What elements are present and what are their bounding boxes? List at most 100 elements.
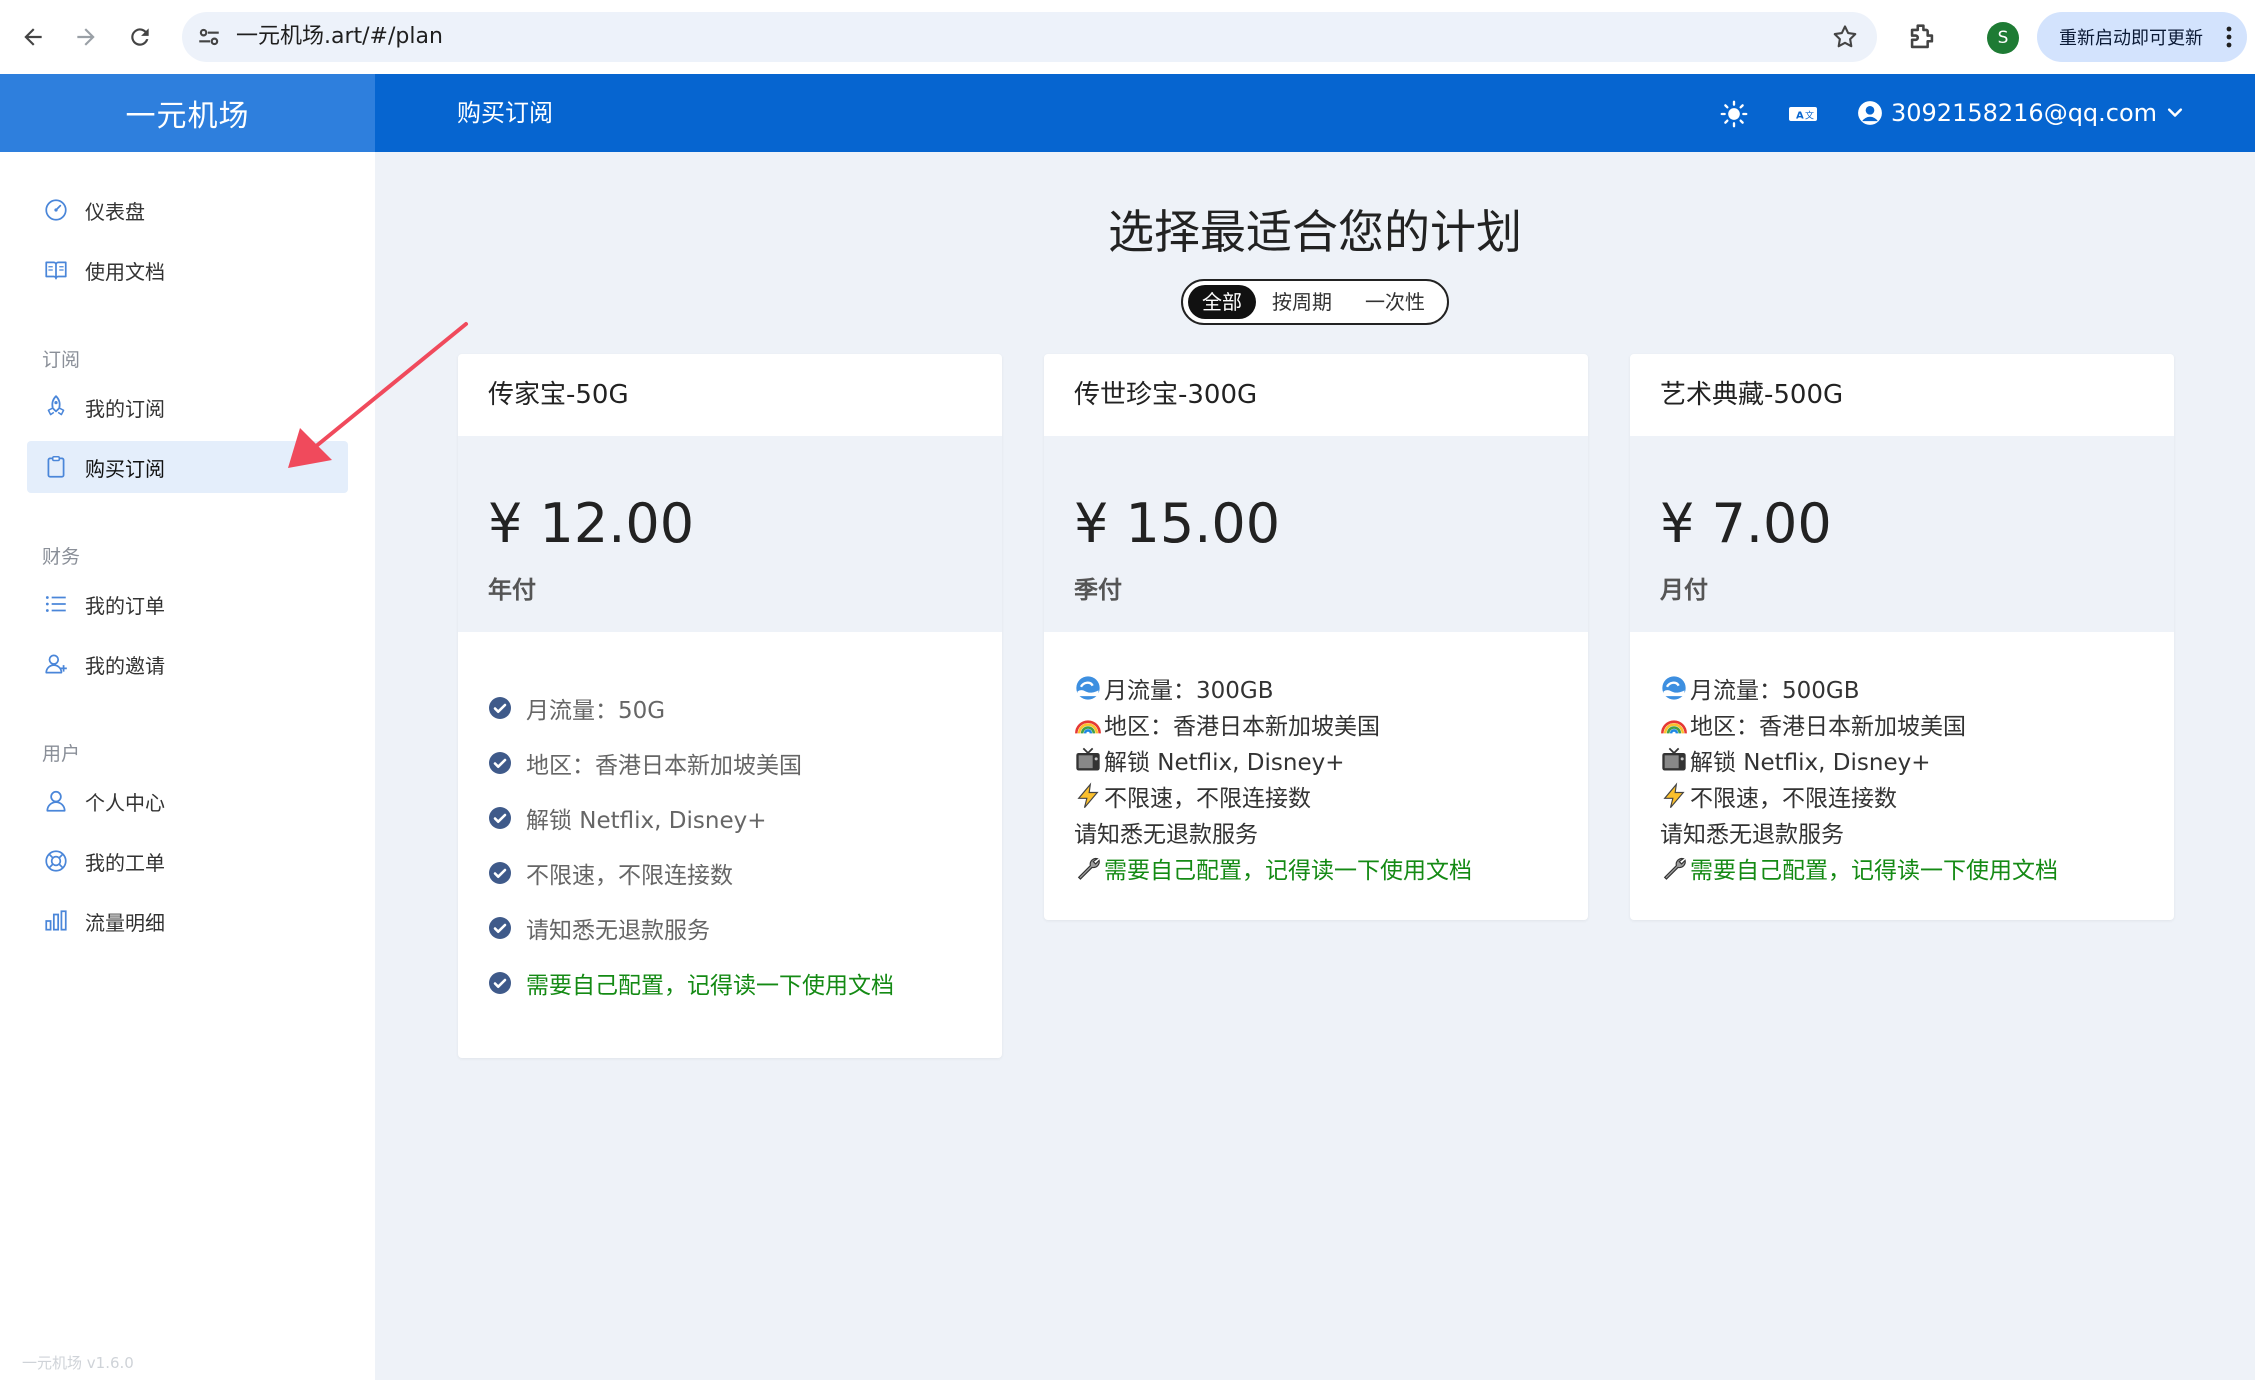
feature-text: 地区：香港日本新加坡美国 [1690,714,1966,740]
feature-text: 请知悉无退款服务 [1074,822,1258,848]
address-bar[interactable]: 一元机场.art/#/plan [182,12,1877,62]
plan-card[interactable]: 艺术典藏-500G ¥ 7.00 月付 月流量：500GB 地区：香港日本新加坡… [1630,354,2174,920]
list-item: 需要自己配置，记得读一下使用文档 [488,955,1002,1010]
sidebar-item-my-orders[interactable]: 我的订单 [27,578,348,630]
plan-name: 艺术典藏-500G [1660,380,1844,410]
feature-text: 需要自己配置，记得读一下使用文档 [1690,858,2058,884]
sidebar-item-dashboard[interactable]: 仪表盘 [27,184,348,236]
plan-features: 月流量：300GB 地区：香港日本新加坡美国 解锁 Netflix, Disne… [1044,632,1588,886]
feature-text: 月流量：50G [526,697,666,724]
plans-heading: 选择最适合您的计划 [1108,205,1522,259]
list-icon [45,596,66,612]
reload-button[interactable] [120,17,160,57]
feature-text: 不限速，不限连接数 [526,862,733,889]
clipboard-icon [47,455,65,478]
list-item: 月流量：300GB [1074,670,1588,706]
gauge-icon [45,199,67,221]
extensions-puzzle-icon[interactable] [1905,20,1939,54]
url-text[interactable]: 一元机场.art/#/plan [236,24,443,50]
plan-card[interactable]: 传世珍宝-300G ¥ 15.00 季付 月流量：300GB 地区：香港日本新加… [1044,354,1588,920]
feature-text: 月流量：500GB [1690,678,1860,704]
book-icon [45,261,67,280]
list-item: 不限速，不限连接数 [1660,778,2174,814]
feature-text: 不限速，不限连接数 [1690,786,1897,812]
plan-filter-tabs: 全部 按周期 一次性 [1181,279,1449,325]
svg-text:文: 文 [1805,110,1814,122]
rocket-icon [47,395,65,416]
sidebar-item-label: 我的订阅 [85,396,165,421]
tab-periodic[interactable]: 按周期 [1272,285,1332,319]
wave-emoji-icon [1662,676,1686,700]
feature-text: 解锁 Netflix, Disney+ [1690,750,1931,776]
lightning-emoji-icon [1663,782,1685,809]
list-item: 请知悉无退款服务 [488,900,1002,955]
feature-text: 需要自己配置，记得读一下使用文档 [1104,858,1472,884]
theme-toggle-sun-icon[interactable] [1720,100,1748,128]
wrench-emoji-icon [1663,857,1686,880]
plan-price: ¥ 12.00 [488,492,695,555]
check-circle-icon [489,861,511,884]
feature-text: 月流量：300GB [1104,678,1274,704]
chevron-down-icon [2167,108,2183,117]
user-menu[interactable]: 3092158216@qq.com [1857,74,2185,152]
plan-period: 月付 [1660,576,1708,604]
plan-name: 传世珍宝-300G [1074,380,1258,410]
sidebar-section-finance: 财务 [42,546,81,568]
list-item: 请知悉无退款服务 [1074,814,1588,850]
sidebar-item-tickets[interactable]: 我的工单 [27,835,348,887]
plan-features: 月流量：500GB 地区：香港日本新加坡美国 解锁 Netflix, Disne… [1630,632,2174,886]
feature-text: 请知悉无退款服务 [526,917,710,944]
sidebar-item-docs[interactable]: 使用文档 [27,244,348,296]
wrench-emoji-icon [1077,857,1100,880]
list-item: 请知悉无退款服务 [1660,814,2174,850]
list-item: 地区：香港日本新加坡美国 [1660,706,2174,742]
app-header: 一元机场 购买订阅 A 文 3092158216@qq.com [0,74,2255,152]
check-circle-icon [489,806,511,829]
list-item: 解锁 Netflix, Disney+ [488,790,1002,845]
sidebar-item-traffic[interactable]: 流量明细 [27,895,348,947]
user-email: 3092158216@qq.com [1891,99,2158,127]
profile-avatar[interactable]: S [1987,22,2019,54]
version-label: 一元机场 v1.6.0 [22,1354,134,1372]
sidebar-section-user: 用户 [42,743,81,765]
plan-price: ¥ 15.00 [1074,492,1281,555]
check-circle-icon [489,696,511,719]
sidebar-item-label: 购买订阅 [85,456,165,481]
user-circle-icon [1858,101,1882,125]
language-translate-icon[interactable]: A 文 [1788,100,1818,128]
sidebar-item-my-invites[interactable]: 我的邀请 [27,638,348,690]
back-button[interactable] [13,17,53,57]
plan-price-block: ¥ 12.00 年付 [458,436,1002,632]
update-label: 重新启动即可更新 [2059,28,2203,49]
plan-name: 传家宝-50G [488,380,629,410]
site-info-icon[interactable] [196,24,222,50]
list-item: 不限速，不限连接数 [488,845,1002,900]
list-item: 需要自己配置，记得读一下使用文档 [1074,850,1588,886]
reload-icon [131,28,149,46]
sidebar-item-label: 我的工单 [85,850,165,875]
sidebar-item-label: 我的邀请 [85,653,165,678]
bookmark-star-icon[interactable] [1831,23,1859,51]
sidebar-item-label: 仪表盘 [85,199,145,224]
sidebar-section-subscription: 订阅 [42,349,81,371]
list-item: 不限速，不限连接数 [1074,778,1588,814]
annotation-arrow-icon [288,322,468,468]
plan-card[interactable]: 传家宝-50G ¥ 12.00 年付 月流量：50G 地区：香港日本新加坡美国 … [458,354,1002,1058]
bar-chart-icon [45,910,67,931]
check-circle-icon [489,751,511,774]
user-plus-icon [45,654,67,674]
list-item: 解锁 Netflix, Disney+ [1074,742,1588,778]
feature-text: 解锁 Netflix, Disney+ [526,807,767,834]
relaunch-update-button[interactable]: 重新启动即可更新 [2037,12,2247,62]
tab-all[interactable]: 全部 [1188,285,1256,319]
brand-logo[interactable]: 一元机场 [0,74,375,152]
list-item: 地区：香港日本新加坡美国 [488,735,1002,790]
sidebar-item-label: 使用文档 [85,259,165,284]
lightning-emoji-icon [1077,782,1099,809]
page-title: 购买订阅 [457,99,553,127]
plan-price-block: ¥ 7.00 月付 [1630,436,2174,632]
sidebar-item-profile[interactable]: 个人中心 [27,775,348,827]
tab-one-time[interactable]: 一次性 [1365,285,1425,319]
tv-emoji-icon [1076,747,1100,771]
forward-button[interactable] [66,17,106,57]
